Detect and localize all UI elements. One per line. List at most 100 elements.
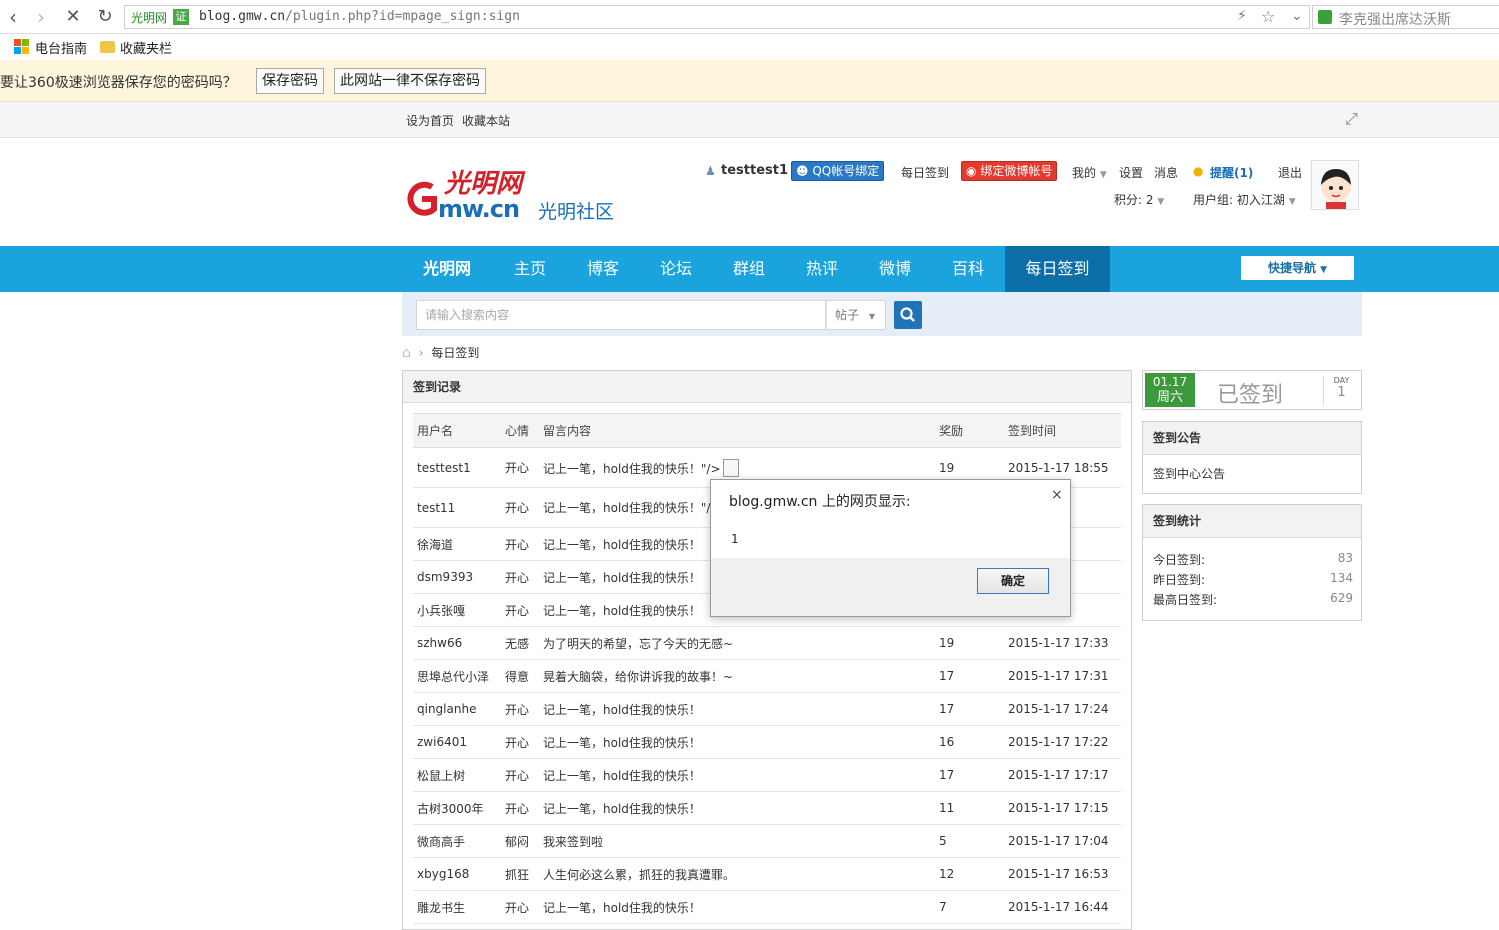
favorite-item-folder[interactable]: 收藏夹栏 <box>120 38 172 57</box>
row-username[interactable]: zwi6401 <box>413 725 501 759</box>
search-input[interactable]: 请输入搜索内容 <box>416 300 826 330</box>
reminder-link[interactable]: 提醒(1) <box>1210 164 1253 181</box>
row-username[interactable]: 小兵张嘎 <box>413 593 501 627</box>
site-search-bar: 请输入搜索内容 帖子 ▼ <box>402 292 1362 336</box>
avatar[interactable] <box>1311 160 1359 210</box>
browser-search-text: 李克强出席达沃斯 <box>1339 12 1451 28</box>
points-menu[interactable]: 积分: 2 ▼ <box>1114 191 1164 208</box>
never-save-password-button[interactable]: 此网站一律不保存密码 <box>334 68 486 94</box>
chevron-down-icon[interactable]: ⌄ <box>1291 8 1303 24</box>
user-bar: ♟ testtest1 ☻ QQ帐号绑定 每日签到 ◉ 绑定微博帐号 我的 ▼ … <box>700 158 1310 218</box>
favorite-item-radio[interactable]: 电台指南 <box>35 38 87 57</box>
username-link[interactable]: testtest1 <box>721 163 788 178</box>
announcement-text: 签到中心公告 <box>1153 467 1226 481</box>
nav-item-daily-sign[interactable]: 每日签到 <box>1005 246 1110 292</box>
mine-label: 我的 <box>1072 166 1097 180</box>
row-username[interactable]: 雕龙书生 <box>413 890 501 924</box>
search-type-select[interactable]: 帖子 ▼ <box>826 300 886 330</box>
usergroup-menu[interactable]: 用户组: 初入江湖 ▼ <box>1193 191 1296 208</box>
star-icon[interactable]: ☆ <box>1261 7 1275 26</box>
settings-link[interactable]: 设置 <box>1119 164 1143 181</box>
row-username[interactable]: 古树3000年 <box>413 791 501 825</box>
logout-link[interactable]: 退出 <box>1278 164 1302 181</box>
messages-link[interactable]: 消息 <box>1154 164 1178 181</box>
row-username[interactable]: 松鼠上树 <box>413 758 501 792</box>
home-icon[interactable]: ⌂ <box>402 345 411 361</box>
nav-item-forum[interactable]: 论坛 <box>640 246 712 292</box>
nav-item-wiki[interactable]: 百科 <box>932 246 1004 292</box>
qq-bind-button[interactable]: ☻ QQ帐号绑定 <box>791 161 885 181</box>
row-username[interactable]: dsm9393 <box>413 560 501 594</box>
row-username[interactable]: xbyg168 <box>413 857 501 891</box>
breadcrumb-current[interactable]: 每日签到 <box>431 346 479 360</box>
date-badge: 01.17 周六 <box>1145 373 1195 407</box>
row-reward: 17 <box>935 692 1004 726</box>
lightning-icon[interactable]: ⚡ <box>1237 8 1247 24</box>
stop-icon[interactable]: ✕ <box>62 6 84 28</box>
search-type-label: 帖子 <box>835 308 860 322</box>
nav-item-gmw[interactable]: 光明网 <box>402 246 492 292</box>
row-username[interactable]: 微商高手 <box>413 824 501 858</box>
nav-item-blog[interactable]: 博客 <box>567 246 639 292</box>
col-sign-time: 签到时间 <box>1004 413 1121 448</box>
forward-icon[interactable]: › <box>30 6 52 28</box>
row-message: 我来签到啦 <box>539 824 935 858</box>
dialog-message: 1 <box>731 532 739 546</box>
chevron-down-icon: ▼ <box>1320 265 1328 275</box>
nav-item-home[interactable]: 主页 <box>494 246 566 292</box>
row-sign-time: 2015-1-17 16:53 <box>1004 857 1121 891</box>
nav-item-comments[interactable]: 热评 <box>786 246 858 292</box>
stat-label: 今日签到: <box>1153 553 1206 567</box>
quick-nav-label: 快捷导航 <box>1267 261 1316 275</box>
address-bar[interactable]: 光明网 证 blog.gmw.cn/plugin.php?id=mpage_si… <box>124 5 1310 29</box>
url-text[interactable]: blog.gmw.cn/plugin.php?id=mpage_sign:sig… <box>199 9 520 24</box>
user-icon: ♟ <box>705 164 716 178</box>
table-row: 古树3000年 开心 记上一笔，hold住我的快乐！ 11 2015-1-17 17:1… <box>413 791 1121 825</box>
row-reward: 17 <box>935 659 1004 693</box>
announcement-panel: 签到公告 签到中心公告 <box>1142 421 1362 494</box>
mine-menu[interactable]: 我的 ▼ <box>1072 164 1107 181</box>
favorites-bar <box>0 34 1499 60</box>
close-icon[interactable]: × <box>1051 487 1063 503</box>
save-password-button[interactable]: 保存密码 <box>256 68 324 94</box>
nav-item-weibo[interactable]: 微博 <box>859 246 931 292</box>
row-message: 为了明天的希望，忘了今天的无感~ <box>539 626 935 660</box>
weibo-bind-label: 绑定微博帐号 <box>980 164 1053 178</box>
row-reward: 12 <box>935 857 1004 891</box>
stat-row-today: 今日签到: 83 <box>1153 551 1353 568</box>
col-message: 留言内容 <box>539 413 935 448</box>
search-button[interactable] <box>894 301 922 329</box>
password-prompt-text: 要让360极速浏览器保存您的密码吗？ <box>0 75 237 91</box>
site-logo[interactable]: 光明网 mw.cn 光明社区 <box>402 165 632 225</box>
row-username[interactable]: 思埠总代小泽 <box>413 659 501 693</box>
weibo-bind-button[interactable]: ◉ 绑定微博帐号 <box>961 161 1058 181</box>
row-sign-time: 2015-1-17 17:15 <box>1004 791 1121 825</box>
sign-records-panel: 签到记录 用户名 心情 留言内容 奖励 签到时间 testtest1 开心 记上一笔… <box>402 370 1132 930</box>
row-username[interactable]: 徐海道 <box>413 527 501 561</box>
row-username[interactable]: test11 <box>413 487 501 528</box>
stats-title: 签到统计 <box>1143 505 1361 538</box>
col-reward: 奖励 <box>935 413 1004 448</box>
row-mood: 开心 <box>501 487 539 528</box>
quick-nav-button[interactable]: 快捷导航 ▼ <box>1241 256 1354 280</box>
back-icon[interactable]: ‹ <box>2 6 24 28</box>
fullscreen-icon[interactable]: ⤢ <box>1345 109 1358 129</box>
ok-button[interactable]: 确定 <box>977 568 1049 594</box>
qq-bind-label: QQ帐号绑定 <box>812 164 880 178</box>
browser-search-box[interactable]: 李克强出席达沃斯 <box>1312 5 1499 29</box>
url-domain: blog.gmw.cn <box>199 9 286 24</box>
certificate-icon[interactable]: 证 <box>173 9 189 25</box>
dialog-footer: 确定 <box>711 558 1070 616</box>
row-username[interactable]: testtest1 <box>413 447 501 488</box>
daily-sign-link[interactable]: 每日签到 <box>901 164 949 181</box>
row-mood: 无感 <box>501 626 539 660</box>
bookmark-site-link[interactable]: 收藏本站 <box>462 112 510 129</box>
row-sign-time: 2015-1-17 17:33 <box>1004 626 1121 660</box>
url-path: /plugin.php?id=mpage_sign:sign <box>285 9 520 24</box>
records-title: 签到记录 <box>403 371 1131 403</box>
nav-item-group[interactable]: 群组 <box>713 246 785 292</box>
row-username[interactable]: szhw66 <box>413 626 501 660</box>
reload-icon[interactable]: ↻ <box>94 6 116 28</box>
set-homepage-link[interactable]: 设为首页 <box>406 112 454 129</box>
row-username[interactable]: qinglanhe <box>413 692 501 726</box>
